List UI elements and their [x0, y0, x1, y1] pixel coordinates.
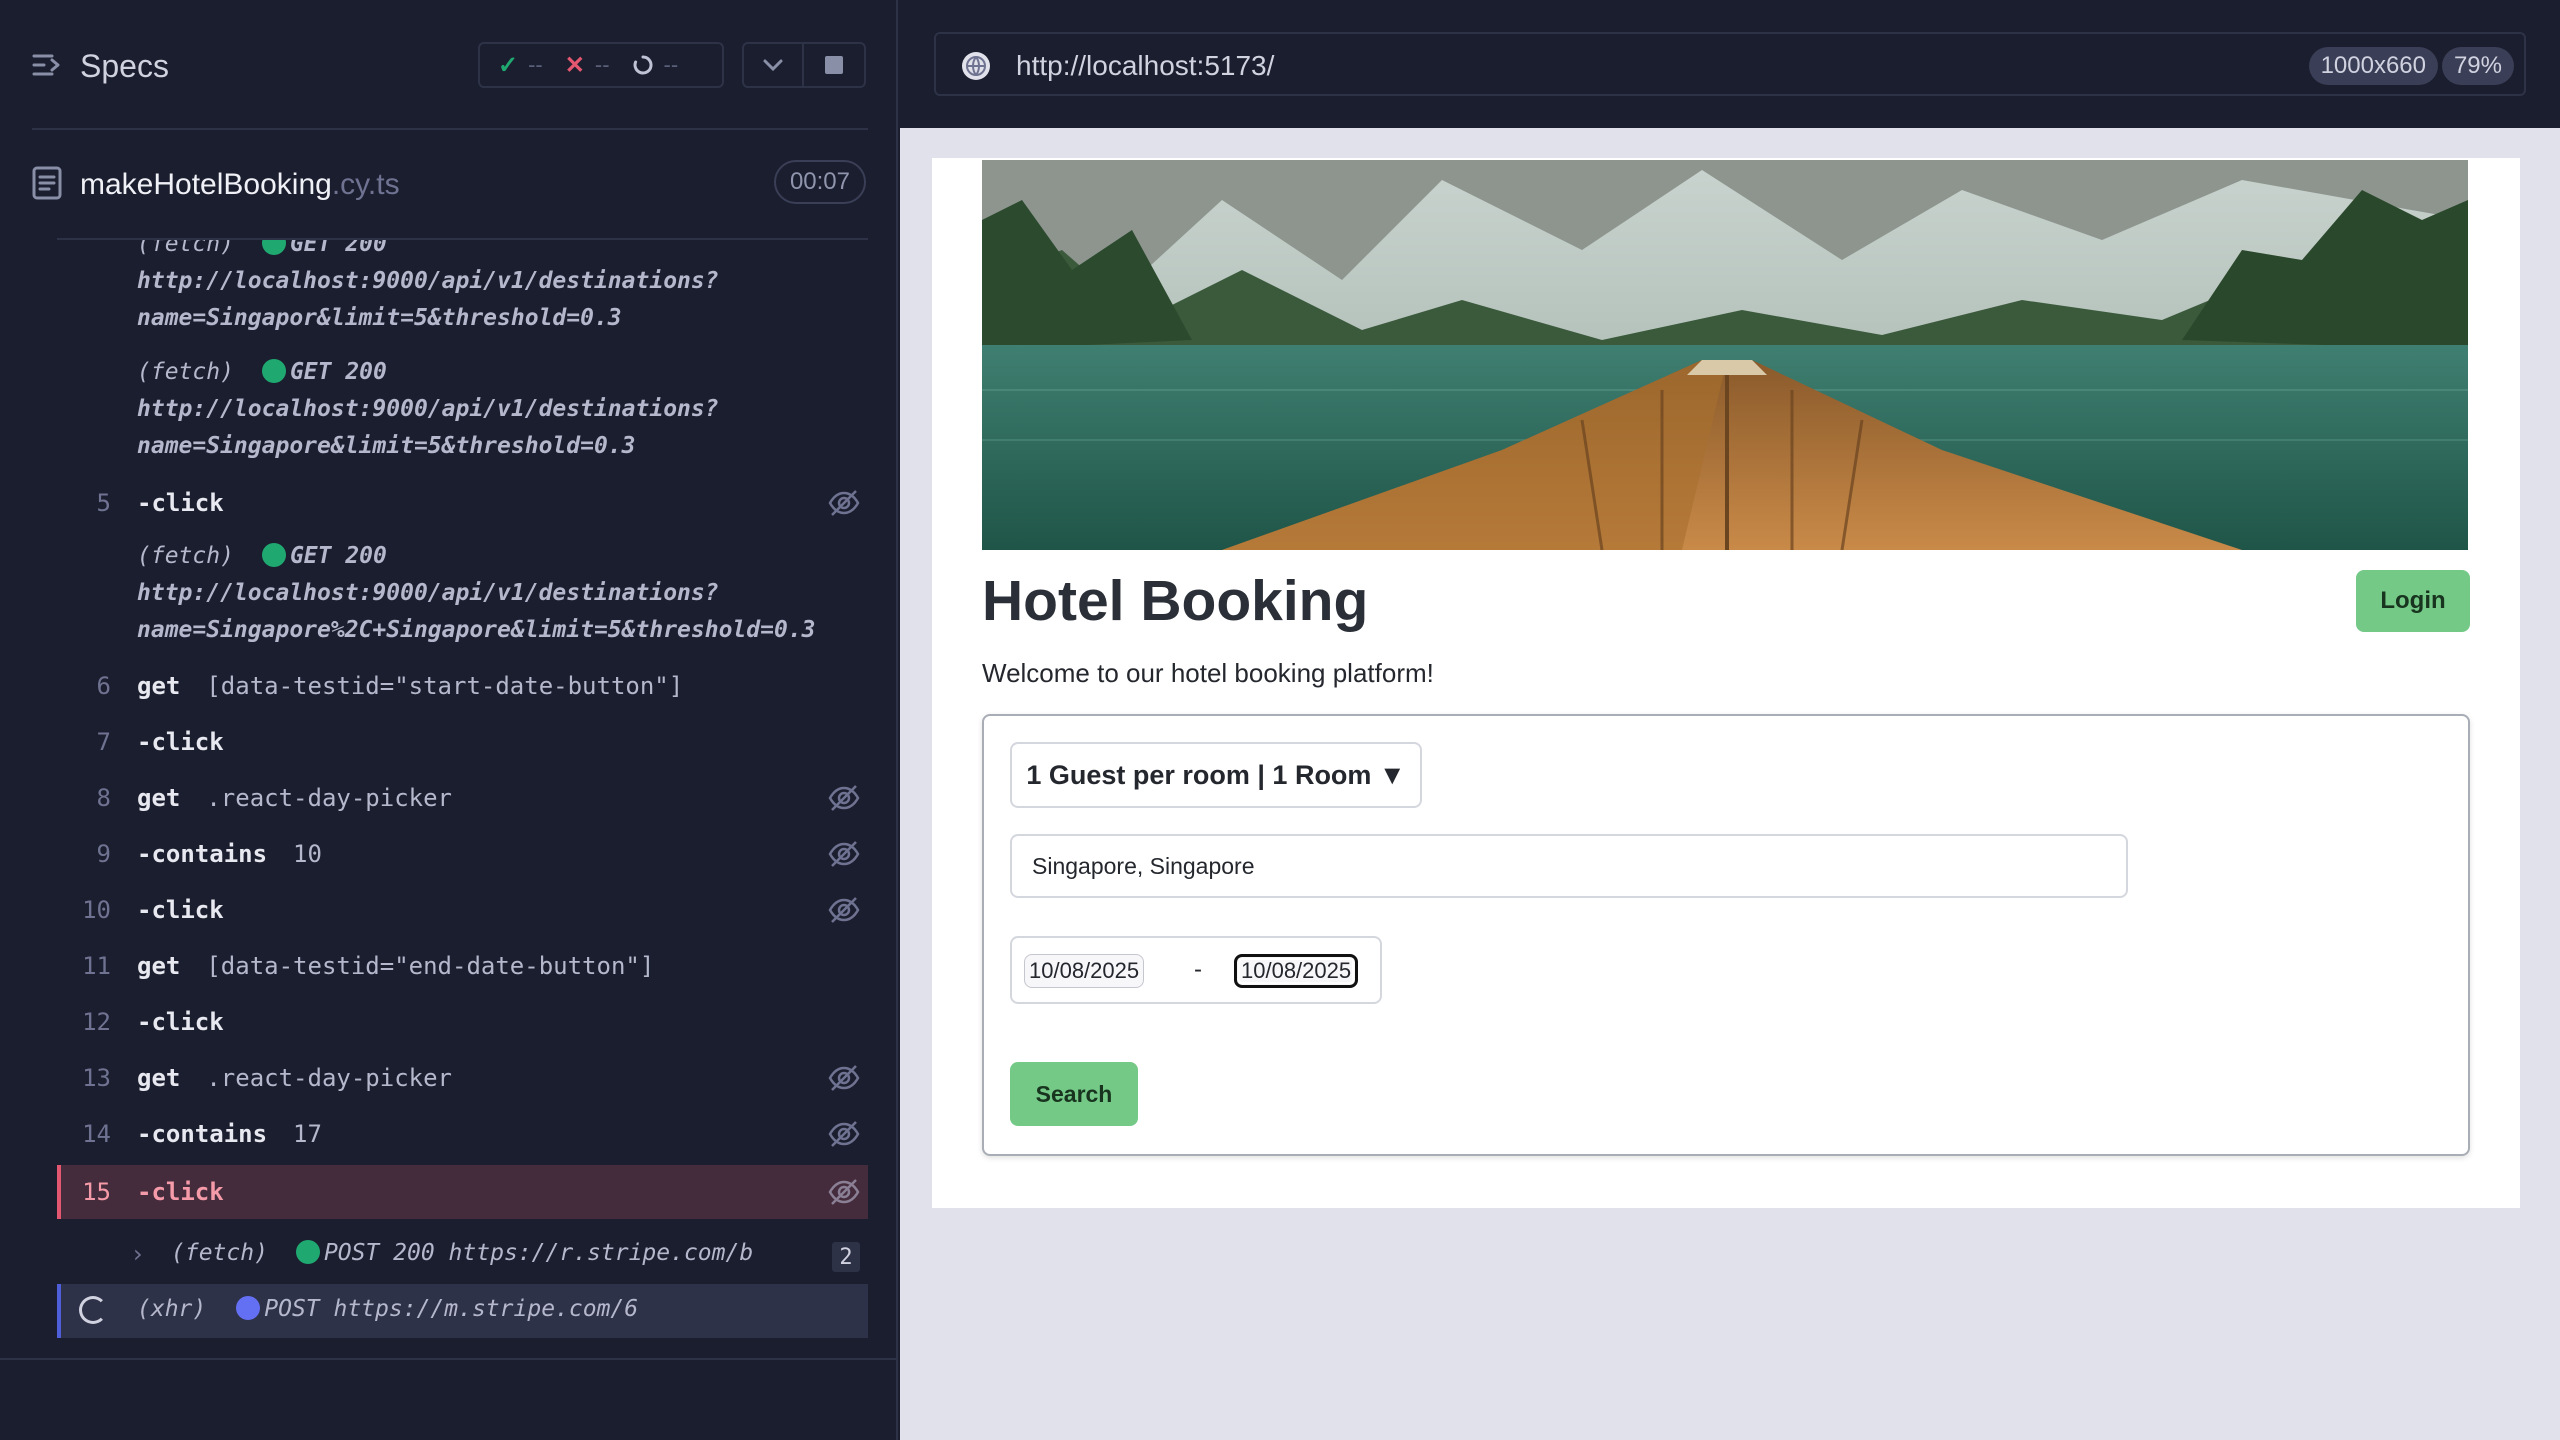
fetch-log-entry[interactable]: (fetch) GET 200 http://localhost:9000/api…: [137, 240, 719, 337]
spec-filename: makeHotelBooking.cy.ts: [80, 168, 400, 201]
command-row-5[interactable]: 5 -click: [57, 476, 868, 530]
status-dot: [261, 359, 286, 383]
search-button[interactable]: Search: [1010, 1062, 1138, 1126]
app-iframe: Hotel Booking Login Welcome to our hotel…: [932, 158, 2520, 1208]
status-dot: [261, 240, 286, 255]
test-stats: ✓ -- ✕ -- --: [478, 42, 724, 88]
document-icon: [32, 166, 62, 200]
pending-circle-icon: [633, 55, 652, 75]
command-log-panel: Specs ✓ -- ✕ -- -- makeHotelBooking.cy.t…: [0, 0, 898, 1440]
date-range-picker: 10/08/2025 - 10/08/2025: [1010, 936, 1382, 1004]
guests-rooms-dropdown[interactable]: 1 Guest per room | 1 Room ▼: [1010, 742, 1422, 808]
eye-slash-icon: [828, 1065, 860, 1091]
command-row-10[interactable]: 10 -click: [57, 883, 868, 937]
search-form-card: 1 Guest per room | 1 Room ▼ Singapore, S…: [982, 714, 2470, 1156]
x-icon: ✕: [564, 51, 585, 79]
check-icon: ✓: [498, 51, 519, 79]
options-dropdown-button[interactable]: [742, 42, 804, 88]
eye-slash-icon: [828, 1179, 860, 1205]
stripe-fetch-entry[interactable]: › (fetch) POST 200 https://r.stripe.com/b…: [57, 1230, 868, 1282]
hero-lake-boat-image: [982, 160, 2468, 550]
loading-spinner-icon: [79, 1296, 107, 1324]
failed-count: ✕ --: [564, 51, 610, 79]
spec-duration-badge: 00:07: [773, 160, 866, 204]
stop-square-icon: [825, 56, 843, 74]
command-row-7[interactable]: 7 -click: [57, 715, 868, 769]
app-preview: http://localhost:5173/ 1000x660 79% Hote…: [900, 0, 2560, 1440]
command-row-11[interactable]: 11 get [data-testid="end-date-button"]: [57, 939, 868, 993]
chevron-down-icon: [763, 59, 783, 72]
command-row-14[interactable]: 14 -contains 17: [57, 1107, 868, 1161]
command-row-6[interactable]: 6 get [data-testid="start-date-button"]: [57, 659, 868, 713]
status-dot: [261, 543, 286, 567]
specs-title[interactable]: Specs: [80, 48, 169, 85]
eye-slash-icon: [828, 1121, 860, 1147]
eye-slash-icon: [828, 897, 860, 923]
url-bar[interactable]: http://localhost:5173/ 1000x660 79%: [934, 32, 2526, 96]
spec-file-extension: .cy.ts: [331, 168, 400, 201]
status-dot: [236, 1296, 261, 1320]
end-date-button[interactable]: 10/08/2025: [1234, 954, 1359, 988]
command-row-9[interactable]: 9 -contains 10: [57, 827, 868, 881]
command-row-15-active[interactable]: 15 -click: [57, 1165, 868, 1219]
divider: [0, 1358, 898, 1360]
start-date-button[interactable]: 10/08/2025: [1024, 954, 1145, 988]
pending-count: --: [632, 52, 678, 78]
eye-slash-icon: [828, 785, 860, 811]
page-title: Hotel Booking: [982, 569, 1369, 633]
login-button[interactable]: Login: [2356, 570, 2470, 632]
stripe-xhr-entry[interactable]: (xhr) POST https://m.stripe.com/6: [57, 1284, 868, 1338]
globe-icon: [962, 52, 990, 80]
command-row-12[interactable]: 12 -click: [57, 995, 868, 1049]
command-row-8[interactable]: 8 get .react-day-picker: [57, 771, 868, 825]
stop-button[interactable]: [802, 42, 866, 88]
eye-slash-icon: [828, 490, 860, 516]
specs-list-icon[interactable]: [32, 50, 62, 80]
spec-file-row: makeHotelBooking.cy.ts 00:07: [0, 130, 898, 238]
eye-slash-icon: [828, 841, 860, 867]
request-count-badge: 2: [832, 1242, 860, 1272]
fetch-log-entry[interactable]: (fetch) GET 200 http://localhost:9000/api…: [137, 538, 816, 649]
passed-count: ✓ --: [498, 51, 543, 79]
url-bar-area: http://localhost:5173/ 1000x660 79%: [900, 0, 2560, 128]
command-row-13[interactable]: 13 get .react-day-picker: [57, 1051, 868, 1105]
status-dot: [295, 1240, 320, 1264]
fetch-log-entry[interactable]: (fetch) GET 200 http://localhost:9000/api…: [137, 354, 719, 465]
command-log[interactable]: (fetch) GET 200 http://localhost:9000/api…: [0, 240, 898, 1350]
viewport-size-badge[interactable]: 1000x660: [2308, 47, 2438, 85]
zoom-badge[interactable]: 79%: [2441, 47, 2514, 85]
url-text[interactable]: http://localhost:5173/: [1016, 50, 1274, 82]
welcome-text: Welcome to our hotel booking platform!: [982, 658, 1434, 688]
specs-header: Specs ✓ -- ✕ -- --: [0, 0, 898, 128]
date-separator: -: [1194, 956, 1202, 983]
destination-input[interactable]: Singapore, Singapore: [1010, 834, 2128, 898]
chevron-right-icon[interactable]: ›: [133, 1240, 143, 1268]
